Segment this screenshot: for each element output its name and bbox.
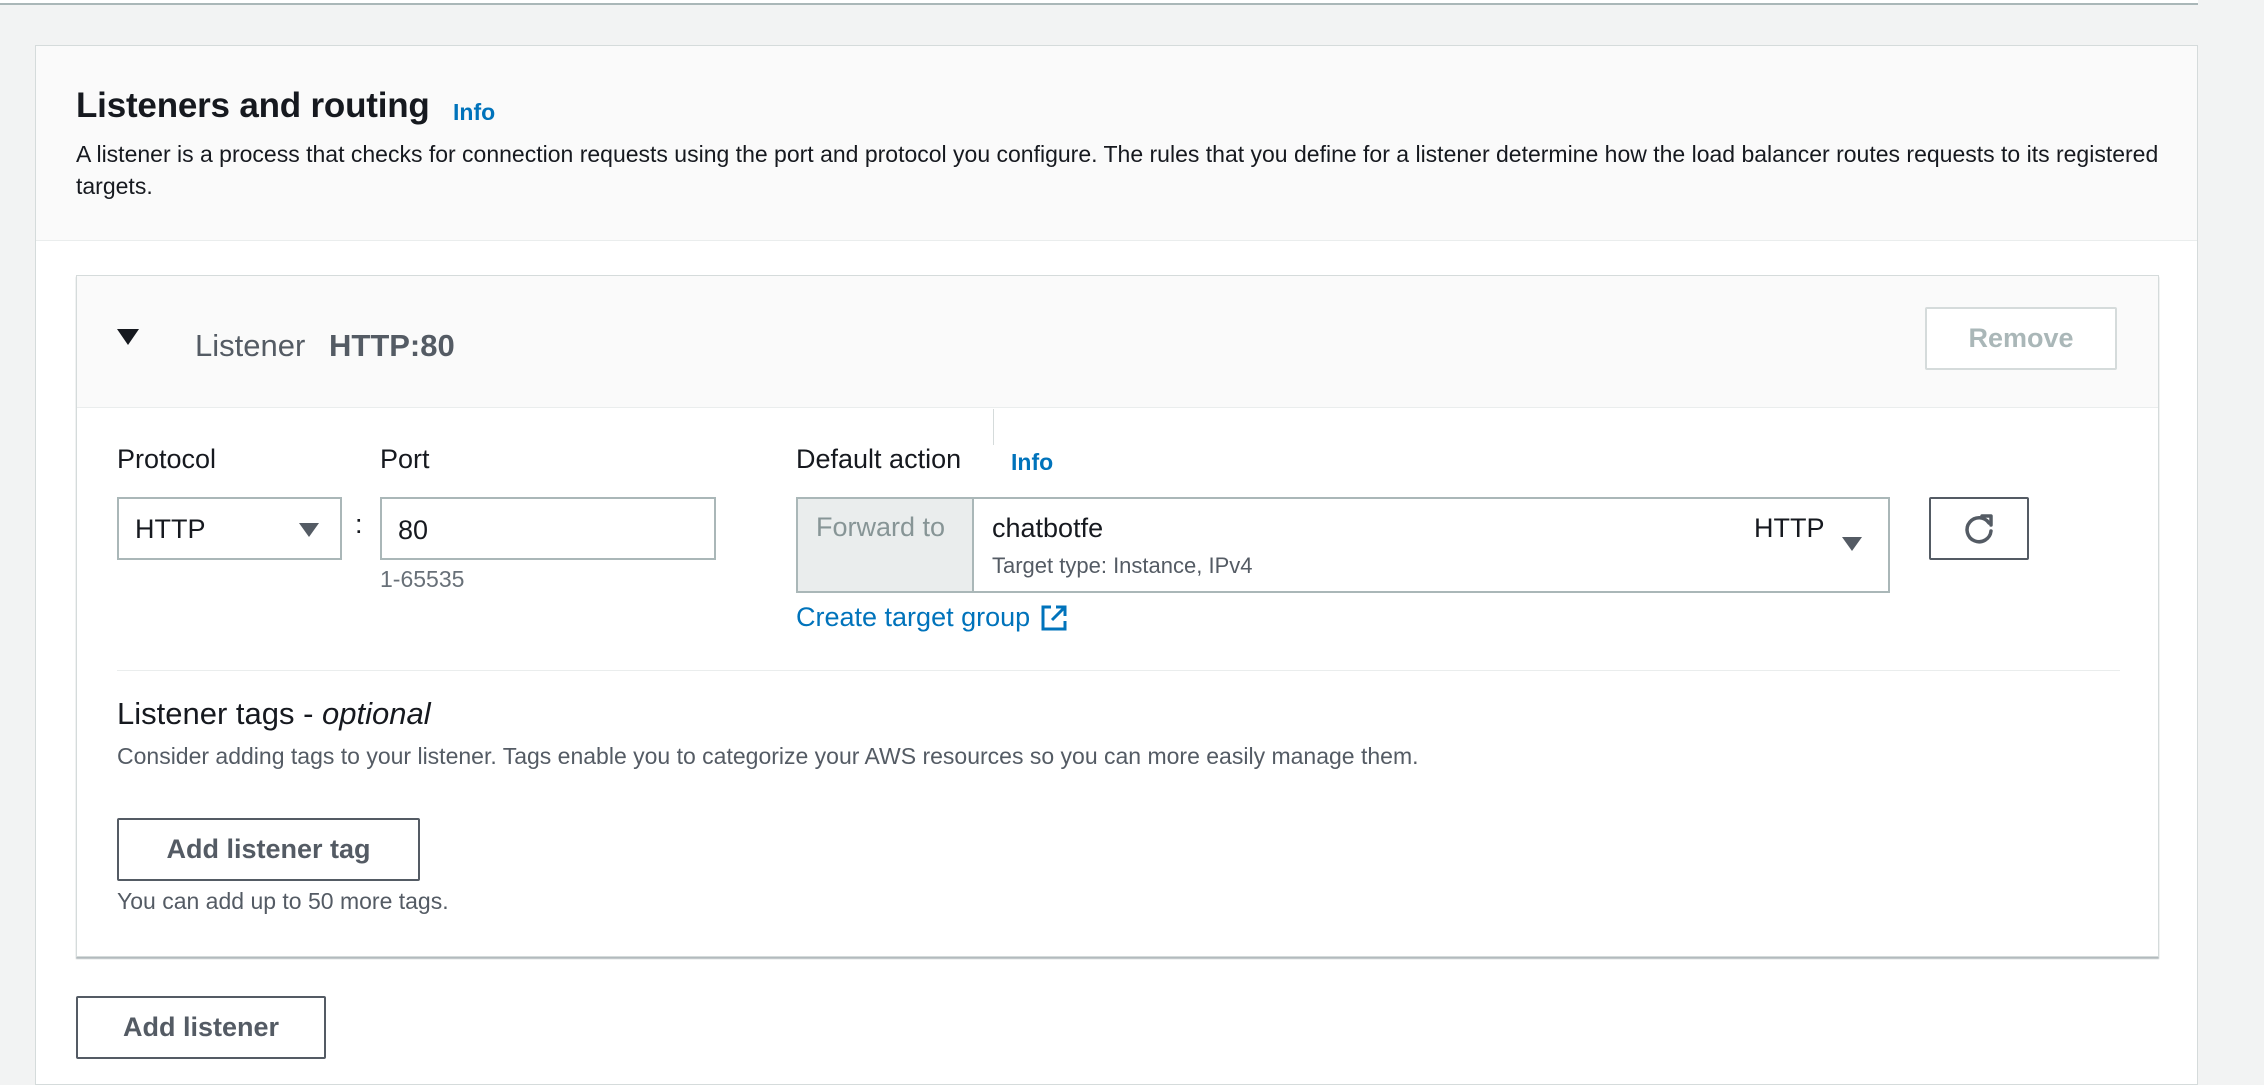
protocol-label: Protocol bbox=[117, 444, 217, 474]
protocol-select[interactable]: HTTP bbox=[117, 497, 342, 560]
add-listener-tag-button[interactable]: Add listener tag bbox=[117, 818, 420, 881]
create-target-group-link[interactable]: Create target group bbox=[796, 602, 1068, 633]
label-divider bbox=[993, 409, 994, 445]
forward-to-label: Forward to bbox=[816, 512, 946, 542]
tags-limit-hint: You can add up to 50 more tags. bbox=[117, 888, 449, 914]
tags-title-text: Listener tags - bbox=[117, 696, 323, 731]
port-value: 80 bbox=[398, 515, 429, 545]
dropdown-arrow-icon bbox=[299, 523, 319, 537]
listener-header[interactable]: Listener HTTP:80 Remove bbox=[77, 276, 2158, 408]
port-hint: 1-65535 bbox=[380, 566, 465, 592]
caret-down-icon[interactable] bbox=[117, 329, 139, 345]
previous-panel-edge bbox=[0, 0, 2198, 5]
tags-title-optional: optional bbox=[322, 696, 431, 731]
section-divider bbox=[117, 670, 2120, 671]
default-action-label: Default action bbox=[796, 444, 962, 474]
target-group-type: Target type: Instance, IPv4 bbox=[992, 553, 1253, 578]
listener-tags-title: Listener tags - optional bbox=[117, 696, 431, 732]
remove-button[interactable]: Remove bbox=[1925, 307, 2117, 370]
external-link-icon bbox=[1041, 605, 1067, 630]
create-target-group-label: Create target group bbox=[796, 602, 1031, 632]
target-group-protocol: HTTP bbox=[1754, 513, 1825, 543]
port-label: Port bbox=[380, 444, 430, 474]
add-listener-button[interactable]: Add listener bbox=[76, 996, 326, 1059]
default-action-info-link[interactable]: Info bbox=[1011, 449, 1053, 476]
section-info-link[interactable]: Info bbox=[453, 99, 495, 126]
section-description: A listener is a process that checks for … bbox=[76, 141, 2159, 199]
forward-to-addon: Forward to bbox=[798, 499, 974, 591]
port-input[interactable]: 80 bbox=[380, 497, 716, 560]
refresh-icon bbox=[1965, 513, 1993, 543]
refresh-button[interactable] bbox=[1929, 497, 2029, 560]
listener-value: HTTP:80 bbox=[329, 328, 455, 363]
dropdown-arrow-icon bbox=[1842, 537, 1862, 551]
page-title: Listeners and routing bbox=[76, 86, 430, 125]
listener-tags-description: Consider adding tags to your listener. T… bbox=[117, 743, 1419, 769]
target-group-select[interactable]: Forward to chatbotfe Target type: Instan… bbox=[796, 497, 1890, 593]
listener-label: Listener bbox=[195, 328, 306, 363]
listeners-and-routing-panel: Listeners and routing Info A listener is… bbox=[35, 45, 2198, 1085]
port-separator: : bbox=[355, 509, 363, 539]
protocol-value: HTTP bbox=[135, 514, 206, 544]
panel-header: Listeners and routing Info A listener is… bbox=[36, 46, 2197, 241]
target-group-name: chatbotfe bbox=[992, 513, 1104, 543]
listener-card: Listener HTTP:80 Remove Protocol HTTP : … bbox=[76, 275, 2159, 957]
